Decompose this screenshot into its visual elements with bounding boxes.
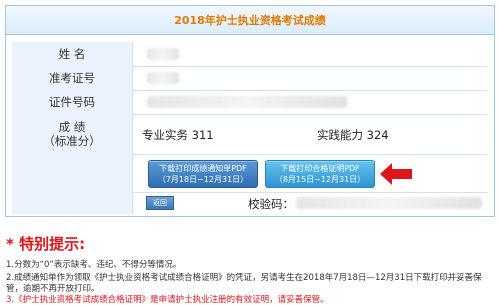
score-label-line1: 成 绩 <box>58 120 86 134</box>
download-row: 下载打印成绩通知单PDF （7月18日~12月31日） 下载打印合格证明PDF … <box>12 154 488 193</box>
tip-line-4: 3.《护士执业资格考试成绩合格证明》是申请护士执业注册的有效证明，请妥善保管。 <box>6 295 329 305</box>
practical-label: 实践能力 <box>317 128 363 142</box>
exam-id-label: 准考证号 <box>12 66 133 90</box>
score-label: 成 绩 （标准分） <box>12 114 133 154</box>
checksum-value-redacted <box>296 197 482 209</box>
download-label-cell <box>12 154 133 192</box>
practical-score: 实践能力 324 <box>317 127 389 143</box>
download-cert-line1: 下载打印合格证明PDF <box>280 164 360 173</box>
back-button[interactable]: 返回 <box>146 196 174 210</box>
red-arrow-icon <box>380 163 412 185</box>
name-value-redacted <box>147 48 179 60</box>
checksum-label-cell <box>12 192 133 214</box>
name-label: 姓 名 <box>12 42 133 66</box>
page-title: 2018年护士执业资格考试成绩 <box>174 14 326 27</box>
tip-line-1: 1.分数为“0”表示缺考、违纪、不得分等情况。 <box>6 260 182 270</box>
download-cert-line2: （8月15日~12月31日） <box>274 175 366 184</box>
panel-header: 2018年护士执业资格考试成绩 <box>6 6 494 35</box>
id-label: 证件号码 <box>12 90 133 114</box>
checksum-label: 校验码： <box>248 197 294 211</box>
name-row: 姓 名 <box>12 42 488 67</box>
exam-id-value-redacted <box>147 72 179 84</box>
download-notice-line1: 下载打印成绩通知单PDF <box>159 164 247 173</box>
professional-value: 311 <box>191 128 214 142</box>
id-value-redacted <box>147 96 347 108</box>
practical-value: 324 <box>366 128 389 142</box>
download-notice-button[interactable]: 下载打印成绩通知单PDF （7月18日~12月31日） <box>148 160 258 188</box>
professional-label: 专业实务 <box>142 128 188 142</box>
checksum-row: 返回 校验码： <box>12 192 488 214</box>
id-row: 证件号码 <box>12 90 488 115</box>
download-notice-line2: （7月18日~12月31日） <box>157 175 249 184</box>
special-tips-title: * 特别提示: <box>6 235 86 253</box>
score-panel: 2018年护士执业资格考试成绩 姓 名 准考证号 证件号码 成 绩 （标准分） … <box>5 5 495 217</box>
professional-score: 专业实务 311 <box>142 127 214 143</box>
score-row: 成 绩 （标准分） 专业实务 311 实践能力 324 <box>12 114 488 155</box>
exam-id-row: 准考证号 <box>12 66 488 91</box>
score-label-line2: （标准分） <box>43 134 101 148</box>
download-certificate-button[interactable]: 下载打印合格证明PDF （8月15日~12月31日） <box>265 160 375 188</box>
